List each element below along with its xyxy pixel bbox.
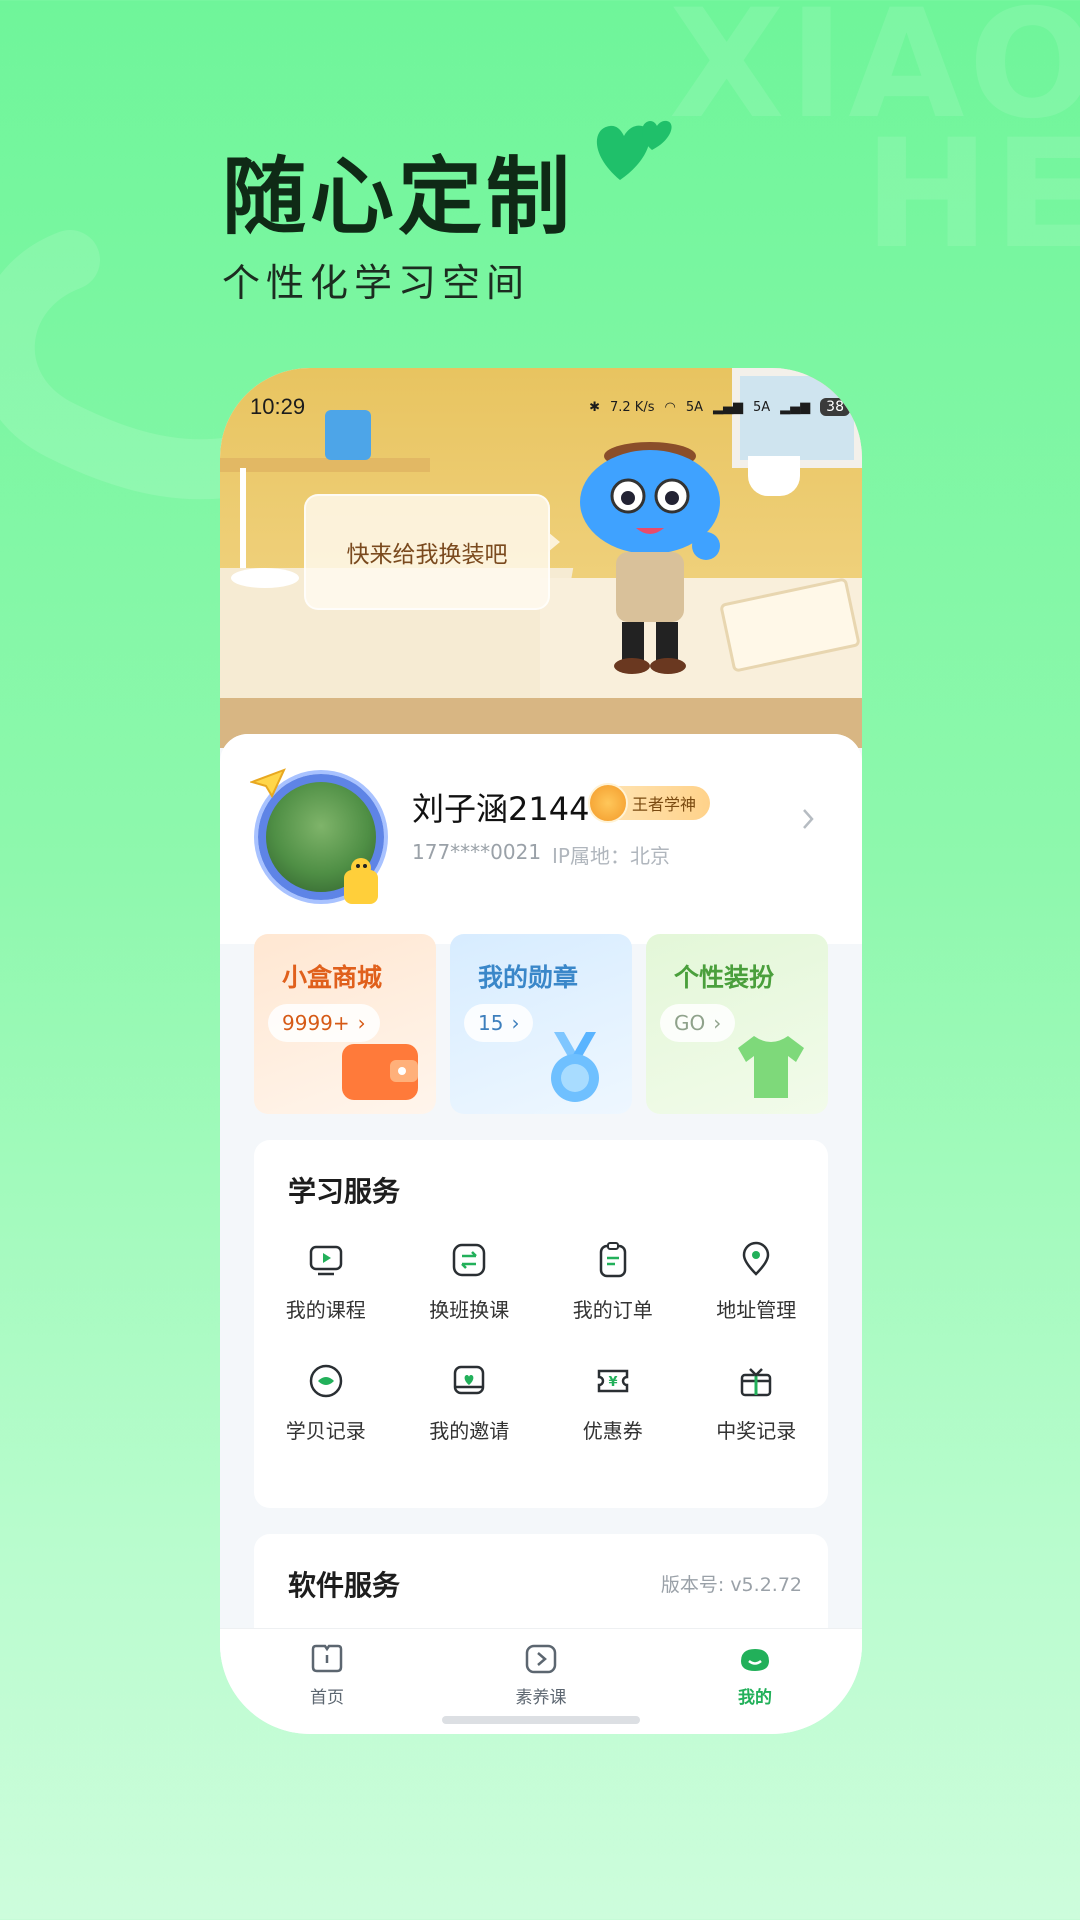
software-services-title: 软件服务 xyxy=(288,1569,401,1602)
service-coupons[interactable]: ¥ 优惠券 xyxy=(541,1361,685,1444)
tshirt-icon xyxy=(738,1036,804,1098)
card-shop-title: 小盒商城 xyxy=(282,963,383,992)
service-label: 我的课程 xyxy=(285,1298,366,1322)
phone-number: 177****0021 xyxy=(412,840,542,864)
medal-icon xyxy=(551,1032,599,1102)
service-label: 优惠券 xyxy=(582,1419,643,1443)
desk-lamp-icon xyxy=(231,468,299,588)
chevron-right-icon: › xyxy=(713,1011,722,1035)
wallet-icon xyxy=(342,1044,418,1100)
card-medal[interactable]: 我的勋章 15 › xyxy=(450,934,632,1114)
net-speed: 7.2 K/s xyxy=(610,399,655,415)
background-watermark: XIAO HE xyxy=(668,0,1080,282)
coupon-icon: ¥ xyxy=(597,1369,628,1393)
invite-icon xyxy=(454,1365,485,1395)
classroom-scene: 10:29 ✱ 7.2 K/s ◠ 5A ▂▄▆ 5A ▂▄▆ 38 快来给我换… xyxy=(220,368,862,748)
speech-bubble[interactable]: 快来给我换装吧 xyxy=(304,494,560,610)
tab-mine[interactable]: 我的 xyxy=(685,1629,825,1734)
hero-title: 随心定制 xyxy=(222,148,575,246)
service-label: 我的邀请 xyxy=(429,1419,510,1443)
gift-icon xyxy=(741,1368,772,1397)
feature-cards: 小盒商城 9999+ › 我的勋章 15 › 个性装扮 GO › xyxy=(254,934,828,1114)
home-book-icon xyxy=(311,1644,343,1673)
tab-label: 首页 xyxy=(310,1688,344,1708)
card-shop[interactable]: 小盒商城 9999+ › xyxy=(254,934,436,1114)
hero-subtitle: 个性化学习空间 xyxy=(222,261,531,305)
signal-label-1: 5A xyxy=(685,399,703,415)
bottom-tab-bar: 首页 素养课 我的 xyxy=(220,1628,862,1734)
hearts-icon xyxy=(596,120,672,180)
service-coin-records[interactable]: 学贝记录 xyxy=(254,1361,398,1444)
learning-services-panel: 学习服务 我的课程 换班换课 我的订单 地址管理 学贝记录 我的邀请 ¥ 优惠券… xyxy=(254,1140,828,1508)
phone-mockup: 10:29 ✱ 7.2 K/s ◠ 5A ▂▄▆ 5A ▂▄▆ 38 快来给我换… xyxy=(220,368,862,1734)
chevron-right-icon: › xyxy=(511,1011,520,1035)
service-label: 学贝记录 xyxy=(285,1419,366,1443)
backpack-duck-icon xyxy=(344,858,378,904)
tab-label: 我的 xyxy=(738,1688,772,1708)
service-prize-records[interactable]: 中奖记录 xyxy=(685,1361,829,1444)
signal-bars-icon: ▂▄▆ xyxy=(713,399,743,415)
swap-icon xyxy=(453,1243,486,1277)
order-icon xyxy=(599,1242,626,1278)
rank-badge[interactable]: 王者学神 xyxy=(588,783,711,823)
wifi-icon: ◠ xyxy=(664,399,676,415)
location-icon xyxy=(742,1241,770,1276)
card-dress[interactable]: 个性装扮 GO › xyxy=(646,934,828,1114)
ip-location: IP属地：北京 xyxy=(552,844,670,868)
bluetooth-icon: ✱ xyxy=(589,399,600,415)
play-course-icon xyxy=(309,1245,342,1276)
crown-badge-icon xyxy=(588,783,628,823)
coin-record-icon xyxy=(309,1364,342,1398)
profile-content: 刘子涵2144 王者学神 177****0021 IP属地：北京 小盒商城 99… xyxy=(220,734,862,1734)
elephant-mascot-icon[interactable] xyxy=(570,436,730,676)
service-label: 我的订单 xyxy=(572,1298,653,1322)
rank-badge-label: 王者学神 xyxy=(632,795,697,814)
status-time: 10:29 xyxy=(250,394,306,419)
service-address[interactable]: 地址管理 xyxy=(685,1240,829,1323)
learning-services-grid: 我的课程 换班换课 我的订单 地址管理 学贝记录 我的邀请 ¥ 优惠券 中奖记录 xyxy=(254,1240,828,1444)
card-medal-pill[interactable]: 15 › xyxy=(464,1004,534,1042)
plant-pot xyxy=(748,456,800,496)
card-dress-title: 个性装扮 xyxy=(674,963,775,992)
chevron-right-icon[interactable] xyxy=(798,806,818,832)
card-medal-value: 15 xyxy=(478,1011,504,1035)
service-label: 换班换课 xyxy=(429,1298,510,1322)
signal-label-2: 5A xyxy=(753,399,771,415)
card-medal-title: 我的勋章 xyxy=(478,963,579,992)
status-bar: 10:29 ✱ 7.2 K/s ◠ 5A ▂▄▆ 5A ▂▄▆ 38 xyxy=(250,392,850,422)
home-indicator[interactable] xyxy=(442,1716,640,1724)
service-my-invites[interactable]: 我的邀请 xyxy=(398,1361,542,1444)
service-my-orders[interactable]: 我的订单 xyxy=(541,1240,685,1323)
battery-icon: 38 xyxy=(820,398,850,416)
card-dress-value: GO xyxy=(674,1011,706,1035)
tab-label: 素养课 xyxy=(515,1688,567,1708)
card-dress-pill[interactable]: GO › xyxy=(660,1004,736,1042)
service-label: 地址管理 xyxy=(716,1298,797,1322)
version-label: 版本号: v5.2.72 xyxy=(660,1574,802,1596)
play-box-icon xyxy=(525,1644,557,1674)
profile-header[interactable]: 刘子涵2144 王者学神 177****0021 IP属地：北京 xyxy=(220,734,862,944)
username: 刘子涵2144 xyxy=(412,790,590,828)
tab-home[interactable]: 首页 xyxy=(257,1629,397,1734)
status-icons: ✱ 7.2 K/s ◠ 5A ▂▄▆ 5A ▂▄▆ 38 xyxy=(589,398,850,416)
service-swap-class[interactable]: 换班换课 xyxy=(398,1240,542,1323)
svg-text:¥: ¥ xyxy=(608,1375,617,1390)
profile-cloud-icon xyxy=(741,1649,769,1671)
speech-bubble-text: 快来给我换装吧 xyxy=(346,542,508,568)
service-my-courses[interactable]: 我的课程 xyxy=(254,1240,398,1323)
learning-services-title: 学习服务 xyxy=(288,1175,401,1208)
paper-plane-icon xyxy=(250,768,286,798)
service-label: 中奖记录 xyxy=(716,1419,797,1443)
signal-bars-icon: ▂▄▆ xyxy=(780,399,811,415)
